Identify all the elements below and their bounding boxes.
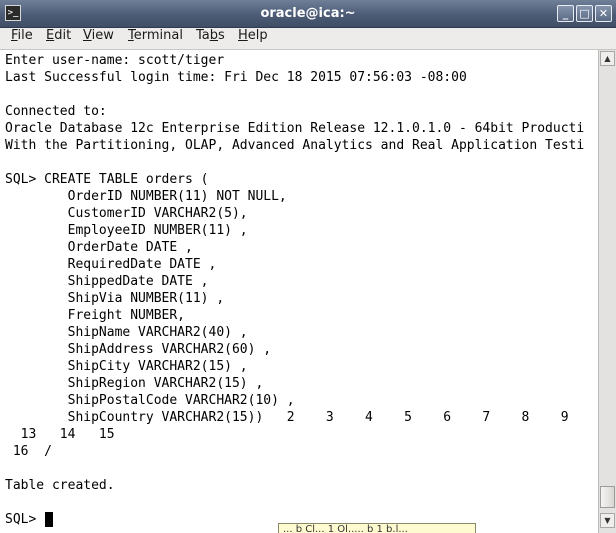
terminal-line: ShipCountry VARCHAR2(15)) 2 3 4 5 6 7 8 …: [5, 410, 569, 425]
terminal-prompt[interactable]: SQL>: [5, 511, 44, 528]
terminal-line: RequiredDate DATE ,: [5, 257, 217, 272]
window-title: oracle@ica:~: [260, 6, 356, 21]
scroll-down-arrow-icon[interactable]: ▼: [600, 513, 615, 528]
menu-bar: File Edit View Terminal Tabs Help: [0, 28, 616, 50]
menu-file[interactable]: File: [11, 28, 33, 49]
menu-edit-mnemonic: E: [46, 28, 55, 43]
scroll-up-arrow-icon[interactable]: ▲: [600, 51, 615, 66]
menu-help[interactable]: Help: [238, 28, 268, 49]
menu-edit[interactable]: Edit: [46, 28, 71, 49]
menu-tabs-label: s: [218, 28, 225, 43]
title-bar[interactable]: >_ oracle@ica:~ _ □ ✕: [0, 0, 616, 28]
terminal-line: Freight NUMBER,: [5, 308, 186, 323]
terminal-line: Last Successful login time: Fri Dec 18 2…: [5, 70, 467, 85]
menu-tabs[interactable]: Tabs: [196, 28, 225, 49]
menu-terminal-label: erminal: [133, 28, 183, 43]
terminal-line: Connected to:: [5, 104, 107, 119]
terminal-line: ShipCity VARCHAR2(15) ,: [5, 359, 248, 374]
terminal-output[interactable]: Enter user-name: scott/tiger Last Succes…: [0, 50, 598, 533]
terminal-line: ShippedDate DATE ,: [5, 274, 209, 289]
terminal-line: EmployeeID NUMBER(11) ,: [5, 223, 248, 238]
terminal-line: Table created.: [5, 478, 115, 493]
menu-view[interactable]: View: [83, 28, 114, 49]
terminal-line: OrderID NUMBER(11) NOT NULL,: [5, 189, 287, 204]
terminal-line: With the Partitioning, OLAP, Advanced An…: [5, 138, 585, 153]
terminal-line: ShipVia NUMBER(11) ,: [5, 291, 225, 306]
terminal-line: Enter user-name: scott/tiger: [5, 53, 225, 68]
menu-terminal[interactable]: Terminal: [128, 28, 183, 49]
terminal-line: 16 /: [5, 444, 52, 459]
terminal-line: Oracle Database 12c Enterprise Edition R…: [5, 121, 585, 136]
menu-view-mnemonic: V: [83, 28, 92, 43]
terminal-line: SQL> CREATE TABLE orders (: [5, 172, 209, 187]
menu-help-mnemonic: H: [238, 28, 248, 43]
terminal-line: ShipRegion VARCHAR2(15) ,: [5, 376, 264, 391]
menu-view-label: iew: [91, 28, 114, 43]
vertical-scrollbar[interactable]: ▲ ▼: [598, 50, 616, 533]
minimize-button[interactable]: _: [557, 5, 574, 22]
terminal-line: CustomerID VARCHAR2(5),: [5, 206, 248, 221]
menu-tabs-mnemonic: b: [209, 28, 219, 43]
maximize-button[interactable]: □: [576, 5, 593, 22]
terminal-line: ShipAddress VARCHAR2(60) ,: [5, 342, 272, 357]
text-cursor: [45, 512, 53, 527]
terminal-line: ShipPostalCode VARCHAR2(10) ,: [5, 393, 295, 408]
close-button[interactable]: ✕: [595, 5, 612, 22]
tooltip-popup: ... b Cl... 1 Ol..... b 1 b.l...: [278, 523, 476, 533]
menu-help-label: elp: [247, 28, 268, 43]
scrollbar-thumb[interactable]: [600, 486, 615, 508]
terminal-line: 13 14 15: [5, 427, 115, 442]
terminal-line: OrderDate DATE ,: [5, 240, 193, 255]
menu-edit-label: dit: [54, 28, 72, 43]
terminal-line: ShipName VARCHAR2(40) ,: [5, 325, 248, 340]
menu-file-label: ile: [17, 28, 33, 43]
menu-tabs-prefix: Ta: [196, 28, 210, 43]
